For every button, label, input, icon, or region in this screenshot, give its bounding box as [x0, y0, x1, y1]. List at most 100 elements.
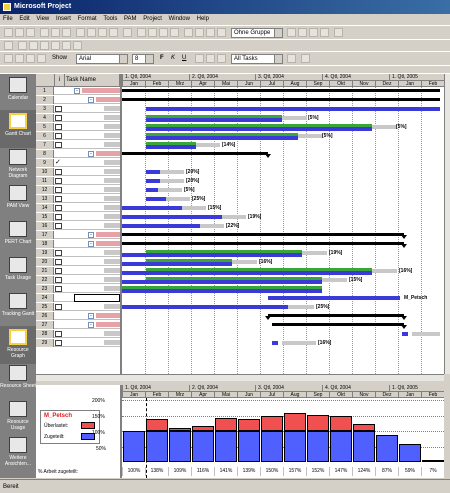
entry-bar[interactable] [0, 66, 450, 74]
task-name-cell[interactable] [104, 124, 120, 129]
menu-file[interactable]: File [0, 14, 15, 22]
format-painter-icon[interactable] [109, 28, 118, 37]
gantt-bar[interactable] [122, 271, 372, 275]
note-icon[interactable] [55, 196, 62, 202]
note-icon[interactable] [55, 223, 62, 229]
table-row[interactable]: 15 [36, 213, 120, 221]
arrow-left-icon[interactable] [4, 54, 13, 63]
note-icon[interactable] [55, 124, 62, 130]
link-tasks-icon[interactable] [148, 28, 157, 37]
underline-button[interactable]: U [182, 55, 186, 61]
filter-combo[interactable]: All Tasks [231, 54, 283, 64]
table-row[interactable]: 5 [36, 123, 120, 131]
gantt-bar[interactable] [268, 296, 400, 300]
view-gantt-chart[interactable]: Gantt Chart [0, 110, 36, 148]
gantt-chart[interactable]: 1. Qtl, 2004 2. Qtl, 2004 3. Qtl, 2004 4… [122, 74, 444, 374]
row-number[interactable]: 5 [36, 123, 54, 131]
gantt-bar[interactable] [122, 89, 440, 92]
gantt-bar[interactable] [412, 332, 440, 336]
gantt-bar[interactable] [158, 188, 182, 192]
gantt-bar[interactable] [298, 134, 323, 138]
collapse-icon[interactable]: - [88, 322, 94, 328]
gantt-bar[interactable] [122, 289, 322, 293]
gantt-bar[interactable] [322, 278, 347, 282]
menu-tools[interactable]: Tools [100, 14, 119, 22]
table-row[interactable]: 18 - [36, 240, 120, 248]
task-name-cell[interactable] [96, 232, 120, 237]
task-name-cell[interactable] [104, 196, 120, 201]
note-icon[interactable] [55, 178, 62, 184]
table-row[interactable]: 29 [36, 339, 120, 347]
table-row[interactable]: 26 - [36, 312, 120, 320]
new-icon[interactable] [4, 28, 13, 37]
view-calendar[interactable]: Calendar [0, 74, 36, 112]
menu-edit[interactable]: Edit [16, 14, 31, 22]
collapse-icon[interactable]: - [88, 97, 94, 103]
table-row[interactable]: 16 [36, 222, 120, 230]
italic-button[interactable]: K [171, 55, 175, 61]
gantt-bar[interactable] [288, 305, 314, 309]
print-icon[interactable] [40, 28, 49, 37]
arrow-right-icon[interactable] [15, 54, 24, 63]
view-resource-usage[interactable]: Resource Usage [0, 398, 36, 436]
row-number[interactable]: 7 [36, 141, 54, 149]
table-row[interactable]: 28 [36, 330, 120, 338]
zoom-out-icon[interactable] [298, 28, 307, 37]
menu-view[interactable]: View [33, 14, 51, 22]
row-number[interactable]: 21 [36, 267, 54, 275]
row-number[interactable]: 25 [36, 303, 54, 311]
row-number[interactable]: 9 [36, 159, 54, 167]
gantt-bar[interactable] [402, 332, 408, 336]
table-row[interactable]: 3 [36, 105, 120, 113]
view-resource-sheet[interactable]: Resource Sheet [0, 362, 36, 400]
gantt-bar[interactable] [122, 253, 302, 257]
row-number[interactable]: 23 [36, 285, 54, 293]
table-row[interactable]: 25 [36, 303, 120, 311]
note-icon[interactable] [55, 268, 62, 274]
task-name-cell[interactable] [104, 169, 120, 174]
table-row[interactable]: 19 [36, 249, 120, 257]
view-more[interactable]: Weitere Ansichten... [0, 434, 36, 472]
row-number[interactable]: 16 [36, 222, 54, 230]
row-number[interactable]: 6 [36, 132, 54, 140]
row-number[interactable]: 28 [36, 330, 54, 338]
assign-resources-icon[interactable] [206, 28, 215, 37]
task-info-icon[interactable] [184, 28, 193, 37]
menu-pam[interactable]: PAM [121, 14, 139, 22]
filter-icon[interactable] [18, 41, 27, 50]
note-icon[interactable] [55, 205, 62, 211]
gantt-bar[interactable] [372, 269, 397, 273]
view-tracking-gantt[interactable]: Tracking Gantt [0, 290, 36, 328]
task-name-cell[interactable] [104, 304, 120, 309]
table-row[interactable]: 2- [36, 96, 120, 104]
task-name-cell[interactable] [104, 340, 120, 345]
gantt-bar[interactable] [222, 215, 246, 219]
gantt-wizard-icon[interactable] [301, 54, 310, 63]
calendar-icon[interactable] [40, 41, 49, 50]
view-task-usage[interactable]: Task Usage [0, 254, 36, 292]
row-number[interactable]: 10 [36, 168, 54, 176]
task-name-cell[interactable] [104, 106, 120, 111]
chart-icon[interactable] [51, 41, 60, 50]
note-icon[interactable] [55, 187, 62, 193]
group-combo[interactable]: Ohne Gruppe [231, 28, 283, 38]
unlink-tasks-icon[interactable] [159, 28, 168, 37]
task-name-cell[interactable] [104, 214, 120, 219]
row-number[interactable]: 26 [36, 312, 54, 320]
copy-picture-icon[interactable] [320, 28, 329, 37]
table-row[interactable]: 20 [36, 258, 120, 266]
collapse-icon[interactable]: - [74, 88, 80, 94]
gantt-bar[interactable] [146, 170, 160, 174]
table-row[interactable]: 27 - [36, 321, 120, 329]
note-icon[interactable] [55, 169, 62, 175]
table-row[interactable]: 10 [36, 168, 120, 176]
collapse-icon[interactable]: - [88, 241, 94, 247]
gantt-bar[interactable] [146, 188, 158, 192]
gantt-bar[interactable] [122, 215, 222, 219]
gantt-bar[interactable] [200, 224, 224, 228]
row-number[interactable]: 19 [36, 249, 54, 257]
note-icon[interactable] [55, 277, 62, 283]
row-number[interactable]: 15 [36, 213, 54, 221]
notes-icon[interactable] [195, 28, 204, 37]
gantt-bar[interactable] [282, 116, 307, 120]
